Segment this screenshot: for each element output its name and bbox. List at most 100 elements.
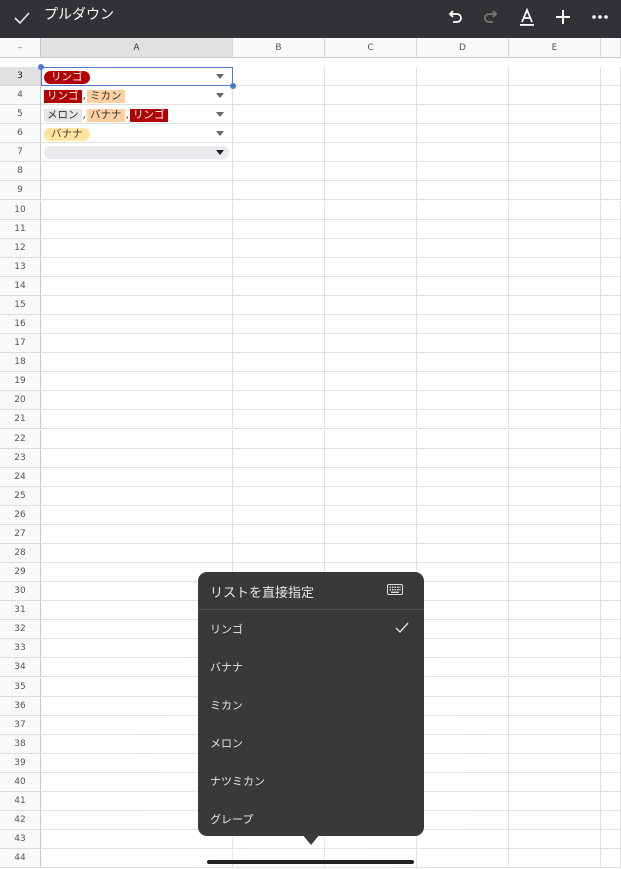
cell[interactable] <box>509 295 601 315</box>
cell[interactable] <box>417 486 509 506</box>
cell[interactable] <box>417 467 509 487</box>
cell[interactable] <box>509 391 601 411</box>
cell[interactable] <box>417 715 509 735</box>
cell[interactable] <box>233 372 325 392</box>
cell[interactable] <box>417 448 509 468</box>
cell[interactable] <box>325 544 417 563</box>
dropdown-option[interactable]: メロン <box>198 724 424 762</box>
cell[interactable] <box>417 544 509 563</box>
cell[interactable] <box>233 353 325 373</box>
cell[interactable] <box>41 410 233 430</box>
cell[interactable] <box>41 467 233 487</box>
row-header-8[interactable]: 8 <box>0 162 41 182</box>
column-header-b[interactable]: B <box>233 38 325 58</box>
cell[interactable] <box>41 544 233 563</box>
cell[interactable] <box>509 677 601 697</box>
cell[interactable] <box>509 448 601 468</box>
cell[interactable] <box>417 257 509 277</box>
cell[interactable] <box>325 181 417 201</box>
cell[interactable] <box>509 658 601 678</box>
selection-handle-bottom[interactable] <box>230 83 236 89</box>
cell[interactable] <box>601 448 621 468</box>
cell[interactable] <box>325 162 417 182</box>
cell[interactable] <box>41 505 233 525</box>
row-header-17[interactable]: 17 <box>0 334 41 354</box>
cell[interactable] <box>509 544 601 563</box>
cell[interactable] <box>417 105 509 125</box>
cell[interactable] <box>509 143 601 163</box>
cell-a4-value[interactable]: リンゴ, ミカン <box>44 86 125 105</box>
cell[interactable] <box>233 181 325 201</box>
row-header-20[interactable]: 20 <box>0 391 41 411</box>
cell[interactable] <box>509 772 601 792</box>
row-header-37[interactable]: 37 <box>0 715 41 735</box>
cell[interactable] <box>509 505 601 525</box>
dropdown-option[interactable]: バナナ <box>198 648 424 686</box>
column-header-d[interactable]: D <box>417 38 509 58</box>
cell[interactable] <box>325 257 417 277</box>
cell[interactable] <box>601 105 621 125</box>
cell[interactable] <box>601 429 621 449</box>
row-header-30[interactable]: 30 <box>0 582 41 602</box>
cell[interactable] <box>417 143 509 163</box>
cell[interactable] <box>41 219 233 239</box>
dropdown-option[interactable]: リンゴ <box>198 610 424 648</box>
cell[interactable] <box>325 849 417 869</box>
cell[interactable] <box>233 124 325 144</box>
cell[interactable] <box>601 792 621 812</box>
cell[interactable] <box>417 658 509 678</box>
column-header-e[interactable]: E <box>509 38 601 58</box>
cell[interactable] <box>601 295 621 315</box>
cell[interactable] <box>601 238 621 258</box>
redo-icon[interactable] <box>480 6 502 28</box>
row-header-26[interactable]: 26 <box>0 505 41 525</box>
row-header-10[interactable]: 10 <box>0 200 41 220</box>
cell[interactable] <box>233 429 325 449</box>
dropdown-arrow-icon[interactable] <box>216 93 224 99</box>
cell[interactable] <box>41 429 233 449</box>
cell[interactable] <box>417 429 509 449</box>
cell-a6-value[interactable]: バナナ <box>44 124 90 143</box>
cell[interactable] <box>325 124 417 144</box>
cell[interactable] <box>601 353 621 373</box>
cell[interactable] <box>417 86 509 106</box>
cell[interactable] <box>233 295 325 315</box>
row-header-13[interactable]: 13 <box>0 257 41 277</box>
cell[interactable] <box>325 315 417 335</box>
cell[interactable] <box>233 276 325 296</box>
cell[interactable] <box>325 353 417 373</box>
cell[interactable] <box>417 372 509 392</box>
dropdown-arrow-icon[interactable] <box>216 112 224 118</box>
cell[interactable] <box>509 696 601 716</box>
cell[interactable] <box>417 181 509 201</box>
row-header-7[interactable]: 7 <box>0 143 41 163</box>
cell[interactable] <box>601 563 621 583</box>
row-header-28[interactable]: 28 <box>0 544 41 563</box>
cell[interactable] <box>509 429 601 449</box>
cell[interactable] <box>601 315 621 335</box>
cell[interactable] <box>601 639 621 659</box>
cell[interactable] <box>509 105 601 125</box>
cell[interactable] <box>417 334 509 354</box>
cell[interactable] <box>417 124 509 144</box>
row-header-16[interactable]: 16 <box>0 315 41 335</box>
cell[interactable] <box>325 105 417 125</box>
cell[interactable] <box>601 200 621 220</box>
cell[interactable] <box>509 67 601 86</box>
cell[interactable] <box>233 410 325 430</box>
cell[interactable] <box>601 372 621 392</box>
cell[interactable] <box>325 410 417 430</box>
cell[interactable] <box>325 238 417 258</box>
row-header-9[interactable]: 9 <box>0 181 41 201</box>
cell[interactable] <box>417 67 509 86</box>
cell[interactable] <box>325 372 417 392</box>
cell[interactable] <box>509 238 601 258</box>
cell[interactable] <box>509 124 601 144</box>
cell[interactable] <box>509 372 601 392</box>
row-header-29[interactable]: 29 <box>0 563 41 583</box>
cell[interactable] <box>417 696 509 716</box>
cell[interactable] <box>41 448 233 468</box>
cell[interactable] <box>509 162 601 182</box>
column-header-a[interactable]: A <box>41 38 233 58</box>
row-header-32[interactable]: 32 <box>0 620 41 640</box>
